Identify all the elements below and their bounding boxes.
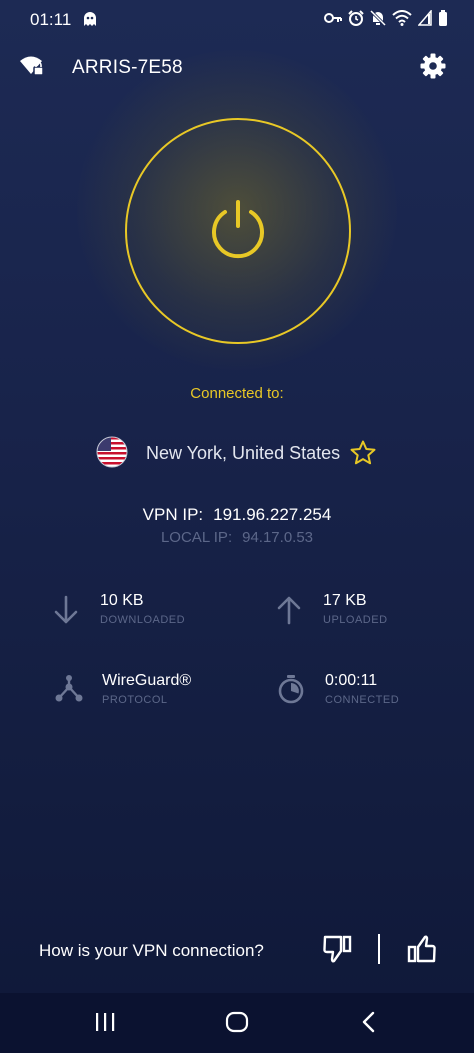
connected-time-caption: CONNECTED <box>325 694 400 706</box>
location-selector[interactable]: New York, United States <box>96 436 396 468</box>
feedback-question: How is your VPN connection? <box>39 941 264 960</box>
power-button[interactable] <box>125 118 351 344</box>
protocol-value: WireGuard® <box>102 672 192 689</box>
ghost-icon <box>82 11 98 32</box>
wifi-icon <box>392 10 412 31</box>
us-flag-icon <box>96 436 128 473</box>
home-icon[interactable] <box>225 1011 249 1038</box>
connected-time-value: 0:00:11 <box>325 672 378 689</box>
downloaded-value: 10 KB <box>100 592 144 609</box>
signal-icon <box>417 8 432 31</box>
wifi-secure-icon <box>18 54 46 83</box>
timer-icon <box>277 674 305 709</box>
thumbs-up-icon[interactable] <box>405 934 437 969</box>
vpn-ip-value: 191.96.227.254 <box>213 505 332 524</box>
star-outline-icon[interactable] <box>349 439 377 472</box>
thumbs-down-icon[interactable] <box>322 934 354 969</box>
local-ip-row: LOCAL IP: 94.17.0.53 <box>0 529 474 546</box>
local-ip-label: LOCAL IP: <box>160 529 233 546</box>
status-bar: 01:11 <box>0 0 474 40</box>
vpn-ip-label: VPN IP: <box>142 505 204 524</box>
connection-status-label: Connected to: <box>190 385 284 402</box>
location-name: New York, United States <box>146 443 341 463</box>
status-icons <box>324 8 448 31</box>
mute-icon <box>369 9 387 31</box>
alarm-icon <box>348 10 364 31</box>
protocol-caption: PROTOCOL <box>102 694 168 706</box>
arrow-down-icon <box>52 594 80 631</box>
status-time: 01:11 <box>30 10 72 29</box>
downloaded-caption: DOWNLOADED <box>100 614 186 626</box>
protocol-icon <box>54 674 84 709</box>
power-icon <box>209 200 267 267</box>
network-name: ARRIS-7E58 <box>72 57 183 78</box>
local-ip-value: 94.17.0.53 <box>242 529 314 546</box>
vpn-ip-row: VPN IP: 191.96.227.254 <box>0 505 474 525</box>
feedback-divider <box>378 934 380 964</box>
uploaded-caption: UPLOADED <box>323 614 388 626</box>
gear-icon[interactable] <box>419 52 447 85</box>
recents-icon[interactable] <box>94 1012 116 1037</box>
key-icon <box>324 11 342 30</box>
battery-icon <box>438 10 448 31</box>
uploaded-value: 17 KB <box>323 592 367 609</box>
back-icon[interactable] <box>361 1011 377 1038</box>
system-nav-bar <box>0 993 474 1053</box>
arrow-up-icon <box>275 594 303 631</box>
